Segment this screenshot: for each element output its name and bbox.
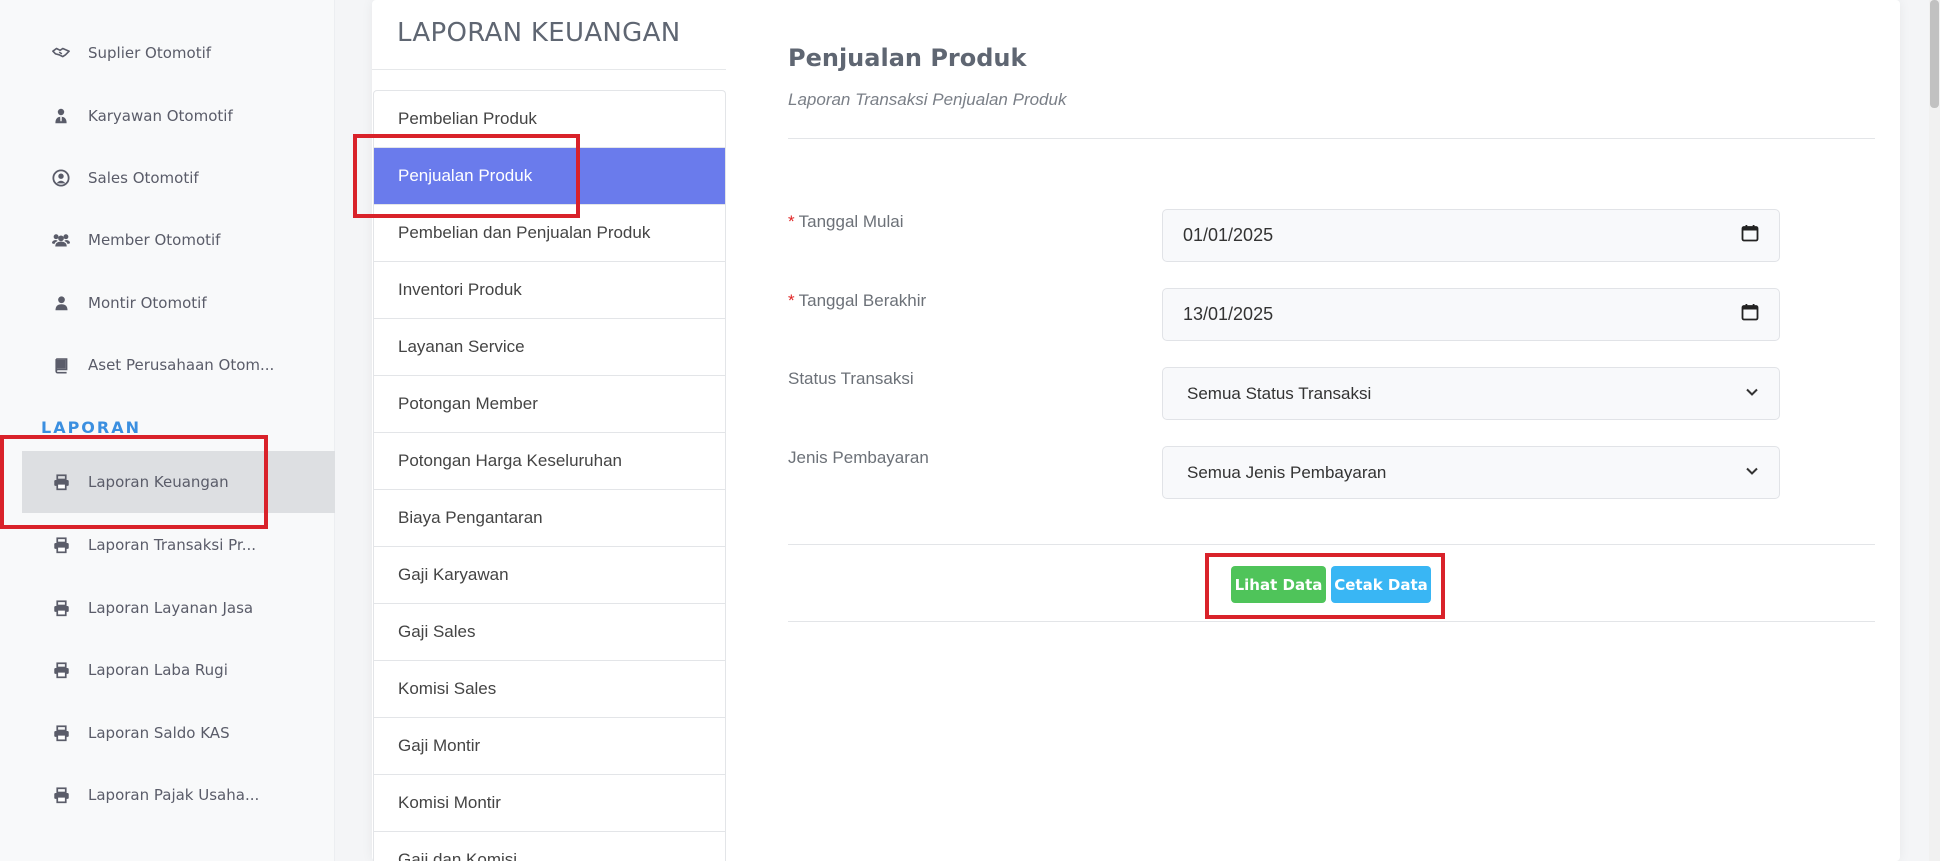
menu-item-komisi-montir[interactable]: Komisi Montir bbox=[374, 775, 725, 832]
scrollbar-thumb[interactable] bbox=[1930, 0, 1939, 108]
book-icon bbox=[52, 356, 70, 374]
sidebar-item-suplier-otomotif[interactable]: Suplier Otomotif bbox=[22, 22, 335, 84]
end-date-input[interactable]: 13/01/2025 bbox=[1162, 288, 1780, 341]
sidebar-item-laporan-laba-rugi[interactable]: Laporan Laba Rugi bbox=[22, 639, 335, 701]
status-transaksi-select[interactable]: Semua Status Transaksi bbox=[1162, 367, 1780, 420]
jenis-pembayaran-value: Semua Jenis Pembayaran bbox=[1187, 462, 1387, 482]
menu-item-penjualan-produk[interactable]: Penjualan Produk bbox=[374, 148, 725, 205]
menu-item-potongan-member[interactable]: Potongan Member bbox=[374, 376, 725, 433]
lihat-data-button[interactable]: Lihat Data bbox=[1231, 566, 1326, 603]
sidebar-item-sales-otomotif[interactable]: Sales Otomotif bbox=[22, 147, 335, 209]
menu-item-gaji-dan-komisi[interactable]: Gaji dan Komisi bbox=[374, 832, 725, 861]
print-icon bbox=[52, 661, 70, 679]
status-transaksi-label: Status Transaksi bbox=[788, 369, 914, 388]
divider bbox=[788, 544, 1875, 545]
menu-item-biaya-pengantaran[interactable]: Biaya Pengantaran bbox=[374, 490, 725, 547]
start-date-label-text: Tanggal Mulai bbox=[798, 212, 904, 231]
menu-item-inventori-produk[interactable]: Inventori Produk bbox=[374, 262, 725, 319]
title-divider bbox=[372, 69, 726, 70]
jenis-pembayaran-label: Jenis Pembayaran bbox=[788, 448, 929, 467]
divider bbox=[788, 138, 1875, 139]
user-circle-icon bbox=[52, 169, 70, 187]
sidebar-section-heading: LAPORAN bbox=[41, 418, 141, 437]
menu-item-gaji-montir[interactable]: Gaji Montir bbox=[374, 718, 725, 775]
sidebar-item-montir-otomotif[interactable]: Montir Otomotif bbox=[22, 272, 335, 334]
end-date-label-text: Tanggal Berakhir bbox=[798, 291, 927, 310]
handshake-icon bbox=[52, 44, 70, 62]
calendar-icon[interactable] bbox=[1741, 303, 1759, 326]
end-date-label: * Tanggal Berakhir bbox=[788, 291, 926, 311]
sidebar-item-label: Member Otomotif bbox=[88, 231, 221, 249]
sidebar-item-label: Laporan Keuangan bbox=[88, 473, 229, 491]
sidebar-item-label: Karyawan Otomotif bbox=[88, 107, 233, 125]
form-subtitle: Laporan Transaksi Penjualan Produk bbox=[788, 90, 1067, 109]
menu-item-potongan-harga[interactable]: Potongan Harga Keseluruhan bbox=[374, 433, 725, 490]
status-transaksi-value: Semua Status Transaksi bbox=[1187, 383, 1372, 403]
sidebar-item-member-otomotif[interactable]: Member Otomotif bbox=[22, 209, 335, 271]
menu-item-layanan-service[interactable]: Layanan Service bbox=[374, 319, 725, 376]
menu-item-pembelian-penjualan-produk[interactable]: Pembelian dan Penjualan Produk bbox=[374, 205, 725, 262]
required-mark: * bbox=[788, 212, 795, 231]
start-date-input[interactable]: 01/01/2025 bbox=[1162, 209, 1780, 262]
scrollbar-track[interactable] bbox=[1929, 0, 1940, 861]
start-date-value: 01/01/2025 bbox=[1183, 225, 1274, 245]
cetak-data-button[interactable]: Cetak Data bbox=[1331, 566, 1431, 603]
sidebar-item-label: Sales Otomotif bbox=[88, 169, 199, 187]
required-mark: * bbox=[788, 291, 795, 310]
sidebar-item-karyawan-otomotif[interactable]: Karyawan Otomotif bbox=[22, 85, 335, 147]
sidebar: Suplier Otomotif Karyawan Otomotif Sales… bbox=[0, 0, 335, 861]
sidebar-item-laporan-transaksi[interactable]: Laporan Transaksi Pr... bbox=[22, 514, 335, 576]
divider bbox=[788, 621, 1875, 622]
user-icon bbox=[52, 294, 70, 312]
menu-item-gaji-sales[interactable]: Gaji Sales bbox=[374, 604, 725, 661]
page-title: LAPORAN KEUANGAN bbox=[397, 18, 681, 48]
sidebar-item-label: Aset Perusahaan Otom... bbox=[88, 356, 275, 374]
print-icon bbox=[52, 536, 70, 554]
menu-item-gaji-karyawan[interactable]: Gaji Karyawan bbox=[374, 547, 725, 604]
start-date-label: * Tanggal Mulai bbox=[788, 212, 904, 232]
sidebar-item-label: Laporan Saldo KAS bbox=[88, 724, 230, 742]
sidebar-item-laporan-saldo-kas[interactable]: Laporan Saldo KAS bbox=[22, 702, 335, 764]
end-date-value: 13/01/2025 bbox=[1183, 304, 1274, 324]
print-icon bbox=[52, 599, 70, 617]
sidebar-item-aset-perusahaan[interactable]: Aset Perusahaan Otom... bbox=[22, 334, 335, 396]
sidebar-item-laporan-keuangan[interactable]: Laporan Keuangan bbox=[22, 451, 335, 513]
sidebar-item-label: Laporan Transaksi Pr... bbox=[88, 536, 257, 554]
chevron-down-icon bbox=[1745, 463, 1759, 483]
user-tie-icon bbox=[52, 107, 70, 125]
sidebar-item-label: Laporan Laba Rugi bbox=[88, 661, 228, 679]
report-menu: Pembelian Produk Penjualan Produk Pembel… bbox=[373, 90, 726, 861]
print-icon bbox=[52, 473, 70, 491]
jenis-pembayaran-select[interactable]: Semua Jenis Pembayaran bbox=[1162, 446, 1780, 499]
calendar-icon[interactable] bbox=[1741, 224, 1759, 247]
menu-item-pembelian-produk[interactable]: Pembelian Produk bbox=[374, 91, 725, 148]
sidebar-item-laporan-pajak-usaha[interactable]: Laporan Pajak Usaha... bbox=[22, 764, 335, 826]
menu-item-komisi-sales[interactable]: Komisi Sales bbox=[374, 661, 725, 718]
sidebar-item-laporan-layanan-jasa[interactable]: Laporan Layanan Jasa bbox=[22, 577, 335, 639]
print-icon bbox=[52, 724, 70, 742]
sidebar-item-label: Montir Otomotif bbox=[88, 294, 207, 312]
form-title: Penjualan Produk bbox=[788, 44, 1027, 72]
sidebar-item-label: Laporan Pajak Usaha... bbox=[88, 786, 260, 804]
users-icon bbox=[52, 231, 70, 249]
sidebar-item-label: Suplier Otomotif bbox=[88, 44, 212, 62]
sidebar-item-label: Laporan Layanan Jasa bbox=[88, 599, 254, 617]
chevron-down-icon bbox=[1745, 384, 1759, 404]
print-icon bbox=[52, 786, 70, 804]
